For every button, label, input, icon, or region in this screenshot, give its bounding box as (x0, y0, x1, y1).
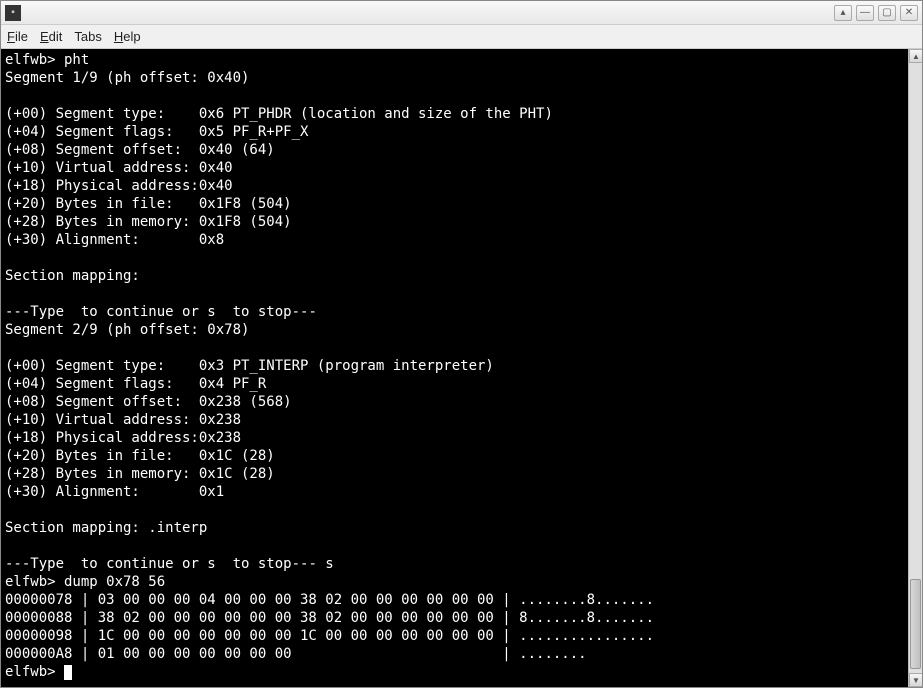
titlebar-left: ▪ (5, 5, 21, 21)
menu-tabs-label: Tabs (74, 29, 101, 44)
scroll-up-arrow[interactable]: ▲ (909, 49, 922, 63)
terminal-area: elfwb> pht Segment 1/9 (ph offset: 0x40)… (1, 49, 922, 687)
minimize-button[interactable]: — (856, 5, 874, 21)
terminal-output[interactable]: elfwb> pht Segment 1/9 (ph offset: 0x40)… (1, 49, 908, 687)
menu-edit[interactable]: Edit (40, 29, 62, 44)
window-controls: ▴ — ▢ ✕ (834, 5, 918, 21)
titlebar: ▪ ▴ — ▢ ✕ (1, 1, 922, 25)
terminal-app-icon: ▪ (5, 5, 21, 21)
terminal-window: ▪ ▴ — ▢ ✕ File Edit Tabs Help elfwb> pht… (0, 0, 923, 688)
scroll-thumb[interactable] (910, 579, 921, 669)
menu-edit-label: dit (49, 29, 63, 44)
menu-help[interactable]: Help (114, 29, 141, 44)
maximize-button[interactable]: ▢ (878, 5, 896, 21)
menu-file[interactable]: File (7, 29, 28, 44)
menubar: File Edit Tabs Help (1, 25, 922, 49)
terminal-cursor (64, 665, 72, 680)
rollup-button[interactable]: ▴ (834, 5, 852, 21)
scrollbar[interactable]: ▲ ▼ (908, 49, 922, 687)
scroll-down-arrow[interactable]: ▼ (909, 673, 922, 687)
menu-tabs[interactable]: Tabs (74, 29, 101, 44)
menu-file-label: ile (15, 29, 28, 44)
close-button[interactable]: ✕ (900, 5, 918, 21)
menu-help-label: elp (123, 29, 140, 44)
